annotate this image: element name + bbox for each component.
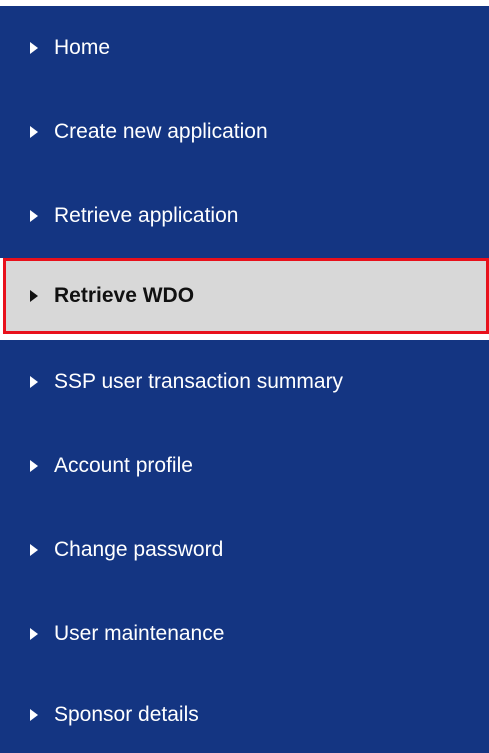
nav-item-change-password[interactable]: Change password: [0, 508, 489, 592]
caret-right-icon: [30, 210, 38, 222]
nav-item-label: Retrieve WDO: [54, 284, 195, 307]
nav-item-label: Retrieve application: [54, 204, 239, 227]
caret-right-icon: [30, 708, 38, 721]
nav-item-create-new-application[interactable]: Create new application: [0, 90, 489, 174]
nav-item-label: Sponsor details: [54, 702, 199, 726]
caret-right-icon: [30, 544, 38, 556]
nav-item-label: Account profile: [54, 454, 193, 477]
side-navigation-menu: Home Create new application Retrieve app…: [0, 0, 489, 753]
nav-item-label: SSP user transaction summary: [54, 370, 344, 393]
nav-item-label: Home: [54, 36, 111, 59]
nav-item-home[interactable]: Home: [0, 6, 489, 90]
caret-right-icon: [30, 460, 38, 472]
nav-item-label: User maintenance: [54, 622, 225, 645]
nav-item-label: Change password: [54, 538, 224, 561]
nav-item-account-profile[interactable]: Account profile: [0, 424, 489, 508]
nav-item-retrieve-wdo[interactable]: Retrieve WDO: [3, 258, 489, 334]
caret-right-icon: [30, 126, 38, 138]
caret-right-icon: [30, 628, 38, 640]
caret-right-icon: [30, 376, 38, 388]
nav-item-ssp-user-transaction-summary[interactable]: SSP user transaction summary: [0, 340, 489, 424]
nav-item-sponsor-details[interactable]: Sponsor details: [0, 676, 489, 753]
nav-item-user-maintenance[interactable]: User maintenance: [0, 592, 489, 676]
nav-item-label: Create new application: [54, 120, 268, 143]
caret-right-icon: [30, 290, 38, 302]
caret-right-icon: [30, 42, 38, 54]
nav-item-retrieve-application[interactable]: Retrieve application: [0, 174, 489, 258]
